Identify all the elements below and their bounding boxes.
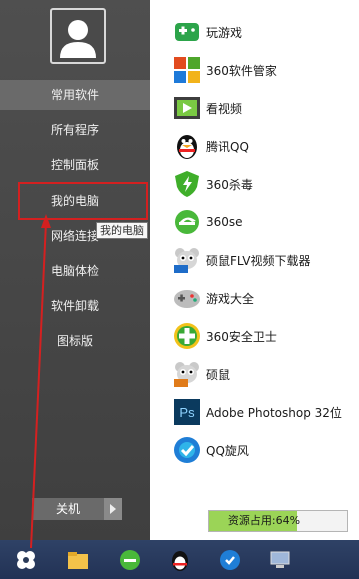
shutdown-group: 关机: [32, 498, 122, 520]
app-label: 360安全卫士: [206, 329, 277, 344]
app-label: QQ旋风: [206, 443, 249, 458]
svg-text:Ps: Ps: [179, 405, 195, 420]
highlight-box: [18, 182, 148, 220]
gamepad-icon: [172, 17, 202, 47]
app-item[interactable]: 游戏大全: [172, 280, 254, 316]
app-label: 360软件管家: [206, 63, 277, 78]
resource-usage-label: 资源占用:64%: [227, 514, 301, 527]
app-label: 360se: [206, 215, 243, 229]
app-label: Adobe Photoshop 32位: [206, 405, 342, 420]
resource-usage-bar[interactable]: 资源占用:64%: [208, 510, 348, 532]
app-item[interactable]: Ps Adobe Photoshop 32位: [172, 394, 342, 430]
app-item[interactable]: 看视频: [172, 90, 242, 126]
sidebar-item-common-software[interactable]: 常用软件: [0, 80, 150, 110]
mouse-icon: [172, 359, 202, 389]
tooltip: 我的电脑: [96, 222, 148, 239]
app-item[interactable]: QQ旋风: [172, 432, 249, 468]
app-item[interactable]: 玩游戏: [172, 14, 242, 50]
sidebar-item-uninstall[interactable]: 软件卸载: [0, 291, 150, 321]
app-item[interactable]: 360se: [172, 204, 243, 240]
app-label: 游戏大全: [206, 291, 255, 306]
app-item[interactable]: 360安全卫士: [172, 318, 277, 354]
computer-icon[interactable]: [268, 548, 292, 572]
app-item[interactable]: 硕鼠FLV视频下载器: [172, 242, 310, 278]
game-collection-icon: [172, 283, 202, 313]
sidebar-item-checkup[interactable]: 电脑体检: [0, 256, 150, 286]
app-label: 腾讯QQ: [206, 139, 249, 154]
file-explorer-icon[interactable]: [66, 548, 90, 572]
photoshop-icon: Ps: [172, 397, 202, 427]
app-item[interactable]: 腾讯QQ: [172, 128, 249, 164]
app-label: 玩游戏: [206, 25, 243, 40]
video-icon: [172, 93, 202, 123]
shutdown-options-arrow[interactable]: [104, 498, 122, 520]
browser-360se-icon[interactable]: [118, 548, 142, 572]
security-guard-icon: [172, 321, 202, 351]
shutdown-button[interactable]: 关机: [32, 498, 104, 520]
mouse-downloader-icon: [172, 245, 202, 275]
qq-penguin-icon: [172, 131, 202, 161]
sidebar-item-icon-view[interactable]: 图标版: [0, 326, 150, 356]
app-item[interactable]: 硕鼠: [172, 356, 230, 392]
software-manager-icon: [172, 55, 202, 85]
app-list-panel: 玩游戏 360软件管家 看视频 腾讯QQ 360杀毒 360se 硕鼠FLV视频…: [150, 0, 359, 540]
app-item[interactable]: 360软件管家: [172, 52, 277, 88]
app-item[interactable]: 360杀毒: [172, 166, 253, 202]
app-label: 看视频: [206, 101, 243, 116]
antivirus-shield-icon: [172, 169, 202, 199]
start-menu-sidebar: 常用软件 所有程序 控制面板 我的电脑 网络连接 电脑体检 软件卸载 图标版 关…: [0, 0, 150, 540]
qq-whirlwind-icon: [172, 435, 202, 465]
user-avatar[interactable]: [50, 8, 106, 64]
qq-whirlwind-icon[interactable]: [218, 548, 242, 572]
sidebar-item-control-panel[interactable]: 控制面板: [0, 150, 150, 180]
sidebar-item-all-programs[interactable]: 所有程序: [0, 115, 150, 145]
app-label: 360杀毒: [206, 177, 253, 192]
qq-penguin-icon[interactable]: [168, 548, 192, 572]
app-label: 硕鼠FLV视频下载器: [206, 253, 311, 268]
browser-360se-icon: [172, 207, 202, 237]
app-label: 硕鼠: [206, 367, 231, 382]
start-icon[interactable]: [14, 548, 38, 572]
